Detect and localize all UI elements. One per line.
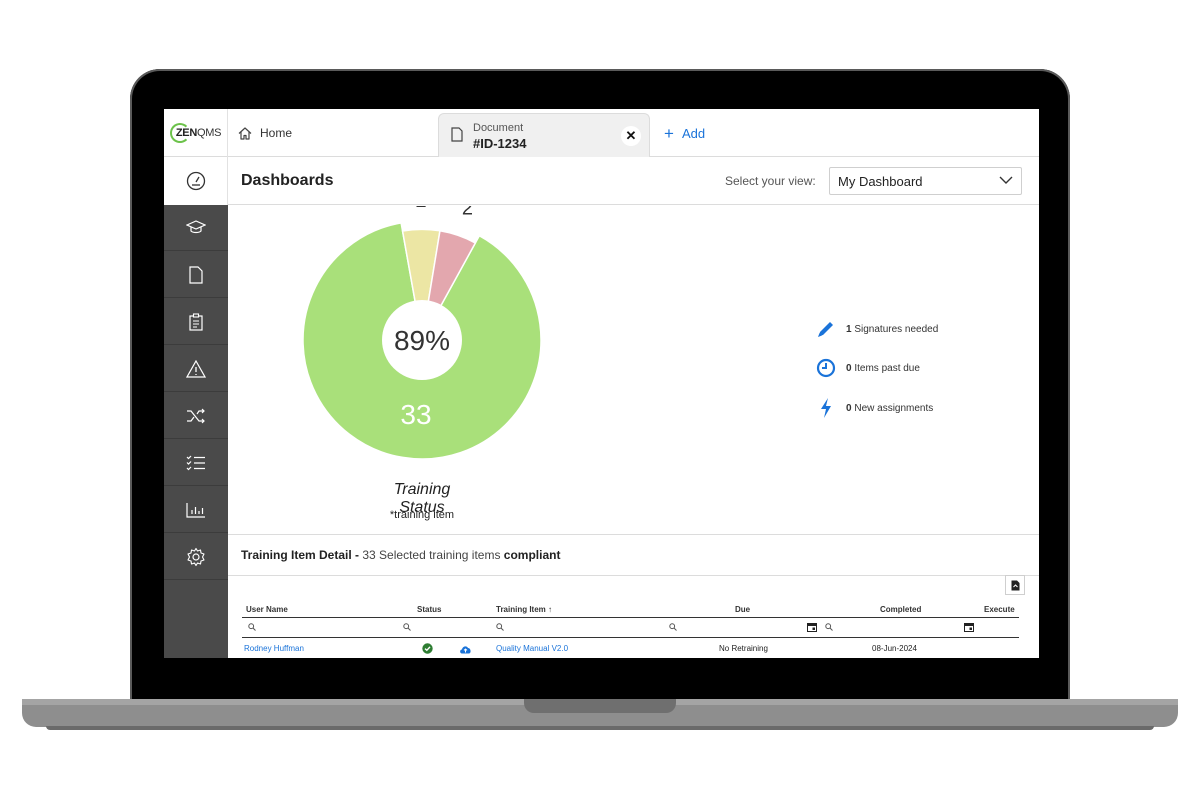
plus-icon: +: [664, 123, 674, 143]
cloud-upload-icon[interactable]: [459, 644, 472, 654]
column-header-status[interactable]: Status: [417, 605, 441, 614]
stat-signatures[interactable]: 1 Signatures needed: [816, 319, 938, 339]
warning-triangle-icon: [186, 359, 206, 378]
sidebar-item-tasks[interactable]: [164, 440, 228, 486]
add-tab-button[interactable]: + Add: [664, 109, 705, 157]
pie-center-label: 89%: [394, 325, 450, 356]
column-header-user-name[interactable]: User Name: [246, 605, 288, 614]
stat-past-due-label: Items past due: [854, 362, 920, 374]
zenqms-logo[interactable]: ZENQMS: [164, 109, 228, 157]
sidebar-item-training[interactable]: [164, 205, 228, 251]
export-file-icon: [1011, 580, 1019, 590]
page-title: Dashboards: [241, 172, 334, 189]
filter-due-calendar-icon[interactable]: [807, 622, 817, 632]
add-tab-label: Add: [681, 125, 706, 141]
home-icon: [238, 126, 252, 140]
export-button[interactable]: [1005, 575, 1025, 595]
chart-subtitle: *training item: [389, 509, 455, 521]
pie-value-label: 2: [415, 206, 426, 212]
gear-icon: [187, 547, 205, 566]
status-check-icon: [422, 643, 433, 654]
clock-icon: [816, 358, 836, 378]
training-detail-header: Training Item Detail - 33 Selected train…: [228, 534, 1039, 576]
filter-completed-calendar-icon[interactable]: [964, 622, 974, 632]
filter-due-search-icon[interactable]: [669, 623, 677, 631]
training-detail-count: 33 Selected training items: [362, 548, 501, 562]
stat-signatures-label: Signatures needed: [854, 323, 939, 335]
chevron-down-icon: [999, 176, 1013, 184]
stat-past-due[interactable]: 0 Items past due: [816, 358, 920, 378]
tab-home-label: Home: [260, 126, 293, 140]
filter-completed-search-icon[interactable]: [825, 623, 833, 631]
sidebar-item-settings[interactable]: [164, 534, 228, 580]
logo-text: ZENQMS: [175, 127, 222, 139]
tab-document-id: #ID-1234: [473, 136, 527, 151]
pencil-icon: [818, 322, 833, 337]
sort-ascending-icon: ↑: [548, 605, 553, 614]
checklist-icon: [186, 455, 205, 470]
sidebar-item-dashboard[interactable]: [164, 157, 228, 205]
view-select-label: Select your view:: [725, 174, 816, 188]
training-detail-status: compliant: [503, 548, 561, 562]
tab-document[interactable]: Document #ID-1234 ✕: [438, 113, 650, 157]
pie-value-label: 2: [462, 206, 473, 220]
column-header-due[interactable]: Due: [735, 605, 750, 614]
view-select[interactable]: My Dashboard: [829, 167, 1022, 195]
training-detail-title: Training Item Detail -: [241, 548, 360, 562]
view-select-value: My Dashboard: [838, 174, 923, 189]
sidebar: [164, 157, 228, 658]
row-training-item-link[interactable]: Quality Manual V2.0: [496, 644, 568, 653]
sidebar-item-audits[interactable]: [164, 299, 228, 345]
stat-new-assignments[interactable]: 0 New assignments: [816, 397, 933, 419]
stat-past-due-count: 0: [846, 362, 852, 374]
training-detail-text: Training Item Detail - 33 Selected train…: [241, 548, 560, 562]
bar-chart-icon: [186, 502, 205, 518]
column-header-training-item[interactable]: Training Item ↑: [496, 605, 552, 614]
sidebar-item-reports[interactable]: [164, 487, 228, 533]
sidebar-item-change[interactable]: [164, 393, 228, 439]
column-header-execute[interactable]: Execute: [984, 605, 1015, 614]
column-header-completed[interactable]: Completed: [880, 605, 921, 614]
sidebar-item-documents[interactable]: [164, 252, 228, 298]
tab-home[interactable]: Home: [228, 109, 438, 157]
row-completed: 08-Jun-2024: [872, 644, 917, 653]
app-screen: ZENQMS Home Document #ID-1234 ✕ + Add Da…: [164, 109, 1039, 658]
stat-signatures-count: 1: [846, 323, 852, 335]
tab-document-label: Document: [473, 122, 524, 134]
row-due: No Retraining: [719, 644, 768, 653]
dashboard-gauge-icon: [186, 171, 205, 191]
row-user-name-link[interactable]: Rodney Huffman: [244, 644, 304, 653]
close-tab-button[interactable]: ✕: [621, 126, 641, 146]
pie-value-label: 33: [400, 399, 431, 430]
filter-status-search-icon[interactable]: [403, 623, 411, 631]
stat-new-assignments-label: New assignments: [854, 402, 934, 414]
graduation-cap-icon: [186, 219, 206, 233]
sidebar-item-risk[interactable]: [164, 346, 228, 392]
filter-training-item-search-icon[interactable]: [496, 623, 504, 631]
laptop-shadow: [46, 726, 1154, 730]
clipboard-icon: [189, 312, 203, 331]
lightning-icon: [821, 398, 831, 418]
page-header: Dashboards Select your view: My Dashboar…: [228, 157, 1039, 205]
column-header-training-item-label: Training Item: [496, 605, 546, 614]
table-header-divider: [242, 617, 1019, 618]
top-bar: ZENQMS Home Document #ID-1234 ✕ + Add: [164, 109, 1039, 157]
training-status-chart: 332289% Training Status *training item 1…: [228, 206, 1039, 534]
laptop-notch: [524, 699, 676, 713]
filter-user-search-icon[interactable]: [248, 623, 256, 631]
file-icon: [189, 265, 203, 284]
shuffle-icon: [187, 408, 205, 423]
stat-new-assignments-count: 0: [846, 402, 852, 414]
table-filter-divider: [242, 637, 1019, 638]
document-icon: [451, 127, 463, 142]
